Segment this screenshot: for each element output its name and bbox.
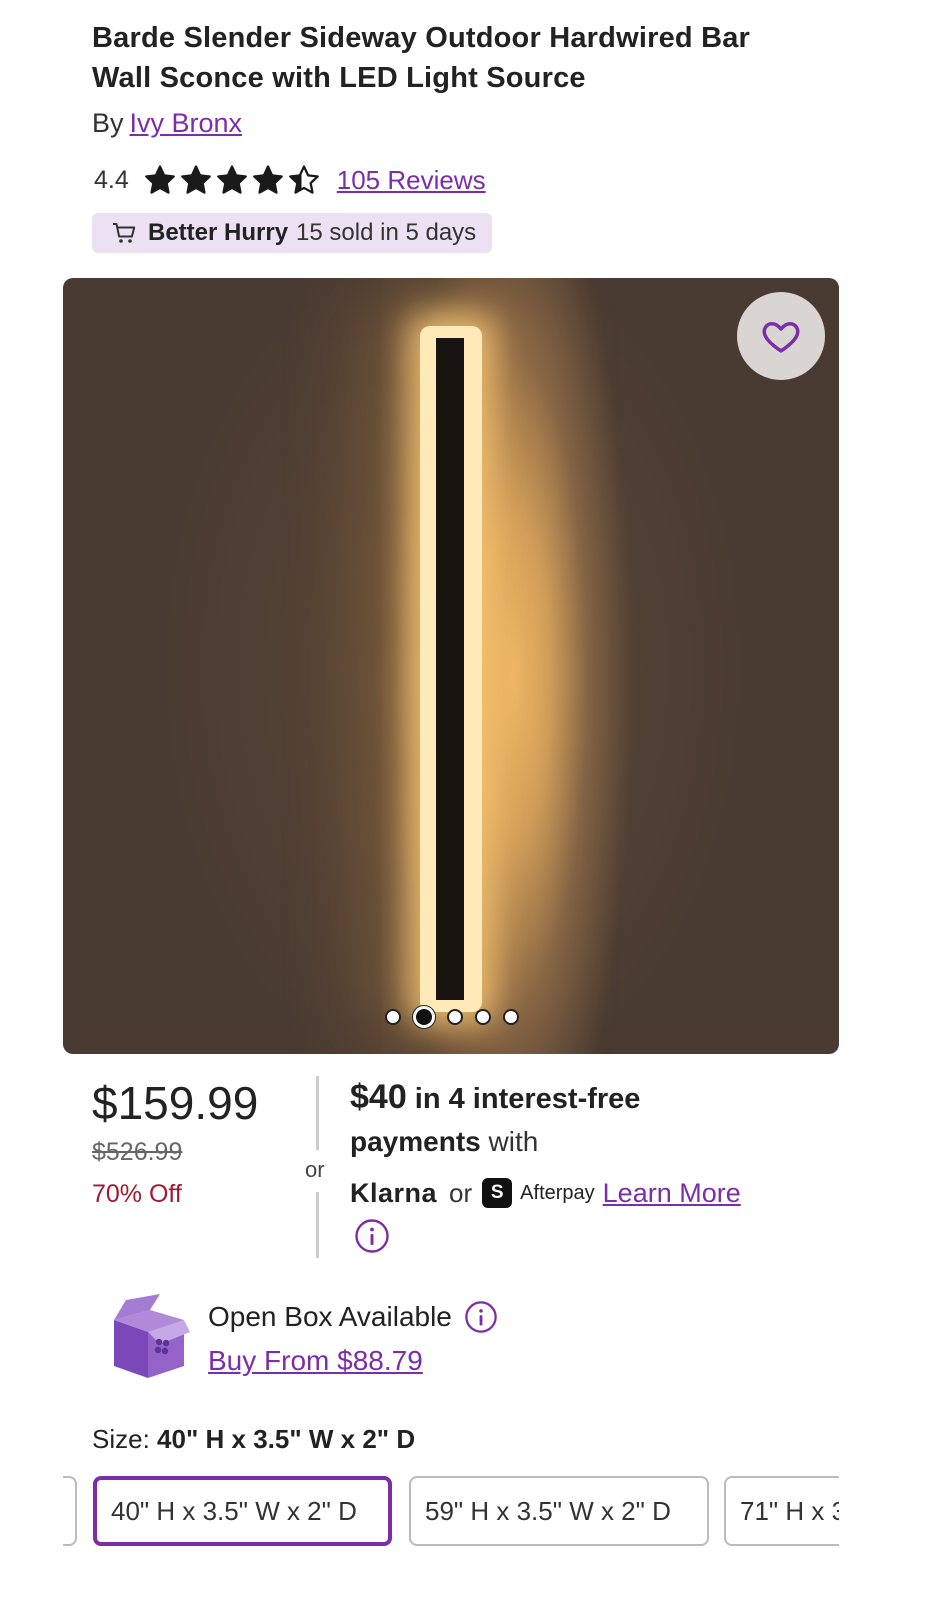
carousel-dots bbox=[385, 1006, 519, 1028]
klarna-logo: Klarna bbox=[350, 1177, 438, 1208]
afterpay-icon: S bbox=[482, 1178, 513, 1208]
installment-terms: in 4 interest-free bbox=[414, 1083, 641, 1115]
star-icon bbox=[216, 165, 247, 194]
discount-label: 70% Off bbox=[92, 1180, 182, 1208]
open-box-buy-link[interactable]: Buy From $88.79 bbox=[208, 1345, 423, 1377]
star-icon bbox=[252, 165, 283, 194]
carousel-dot[interactable] bbox=[385, 1009, 401, 1025]
carousel-dot[interactable] bbox=[447, 1009, 463, 1025]
size-option[interactable]: 40" H x 3.5" W x 2" D bbox=[93, 1476, 392, 1546]
star-icon bbox=[288, 165, 319, 194]
size-options: 40" H x 3.5" W x 2" D 59" H x 3.5" W x 2… bbox=[63, 1476, 839, 1548]
product-image[interactable] bbox=[63, 278, 839, 1054]
installment-line-2: payments with bbox=[350, 1126, 538, 1158]
urgency-strong: Better Hurry bbox=[148, 219, 289, 246]
or-label: or bbox=[305, 1157, 325, 1182]
installment-payments: payments bbox=[350, 1126, 481, 1157]
rating-value: 4.4 bbox=[94, 165, 129, 194]
installment-providers: Klarna or S Afterpay Learn More bbox=[350, 1174, 741, 1212]
urgency-text: 15 sold in 5 days bbox=[296, 219, 477, 246]
product-title: Barde Slender Sideway Outdoor Hardwired … bbox=[92, 22, 751, 94]
star-icon bbox=[180, 165, 211, 194]
divider bbox=[316, 1076, 319, 1150]
urgency-badge: Better Hurry 15 sold in 5 days bbox=[92, 213, 493, 253]
current-price: $159.99 bbox=[92, 1077, 259, 1129]
info-icon[interactable] bbox=[354, 1218, 390, 1254]
carousel-dot[interactable] bbox=[413, 1006, 435, 1028]
or-label: or bbox=[449, 1177, 473, 1208]
learn-more-link[interactable]: Learn More bbox=[603, 1178, 741, 1209]
installment-with: with bbox=[488, 1126, 539, 1157]
brand-link[interactable]: Ivy Bronx bbox=[130, 108, 243, 138]
byline: By Ivy Bronx bbox=[92, 108, 242, 139]
favorite-button[interactable] bbox=[737, 292, 825, 380]
open-box-label: Open Box Available bbox=[208, 1300, 498, 1334]
carousel-dot[interactable] bbox=[475, 1009, 491, 1025]
afterpay-logo: Afterpay bbox=[520, 1181, 595, 1204]
rating-row: 4.4 105 Reviews bbox=[94, 160, 486, 200]
star-rating bbox=[143, 163, 321, 197]
divider bbox=[316, 1192, 319, 1258]
original-price: $526.99 bbox=[92, 1138, 183, 1166]
size-option[interactable]: 71" H x 3.5" W x 2" D bbox=[724, 1476, 839, 1546]
heart-icon bbox=[762, 322, 800, 353]
size-label-prefix: Size: bbox=[92, 1424, 150, 1454]
installment-amount: $40 bbox=[350, 1078, 407, 1116]
size-selected-value: 40" H x 3.5" W x 2" D bbox=[157, 1424, 416, 1454]
info-icon[interactable] bbox=[464, 1300, 498, 1334]
star-icon bbox=[144, 165, 175, 194]
open-box-icon bbox=[114, 1294, 190, 1378]
by-label: By bbox=[92, 108, 124, 138]
open-box-title: Open Box Available bbox=[208, 1301, 452, 1332]
lamp-image bbox=[420, 326, 482, 1012]
reviews-link[interactable]: 105 Reviews bbox=[337, 165, 486, 196]
installment-line-1: $40 in 4 interest-free bbox=[350, 1078, 640, 1117]
size-label: Size: 40" H x 3.5" W x 2" D bbox=[92, 1424, 415, 1455]
size-option-prev[interactable] bbox=[63, 1476, 77, 1546]
size-option[interactable]: 59" H x 3.5" W x 2" D bbox=[409, 1476, 709, 1546]
cart-icon bbox=[113, 223, 136, 243]
carousel-dot[interactable] bbox=[503, 1009, 519, 1025]
